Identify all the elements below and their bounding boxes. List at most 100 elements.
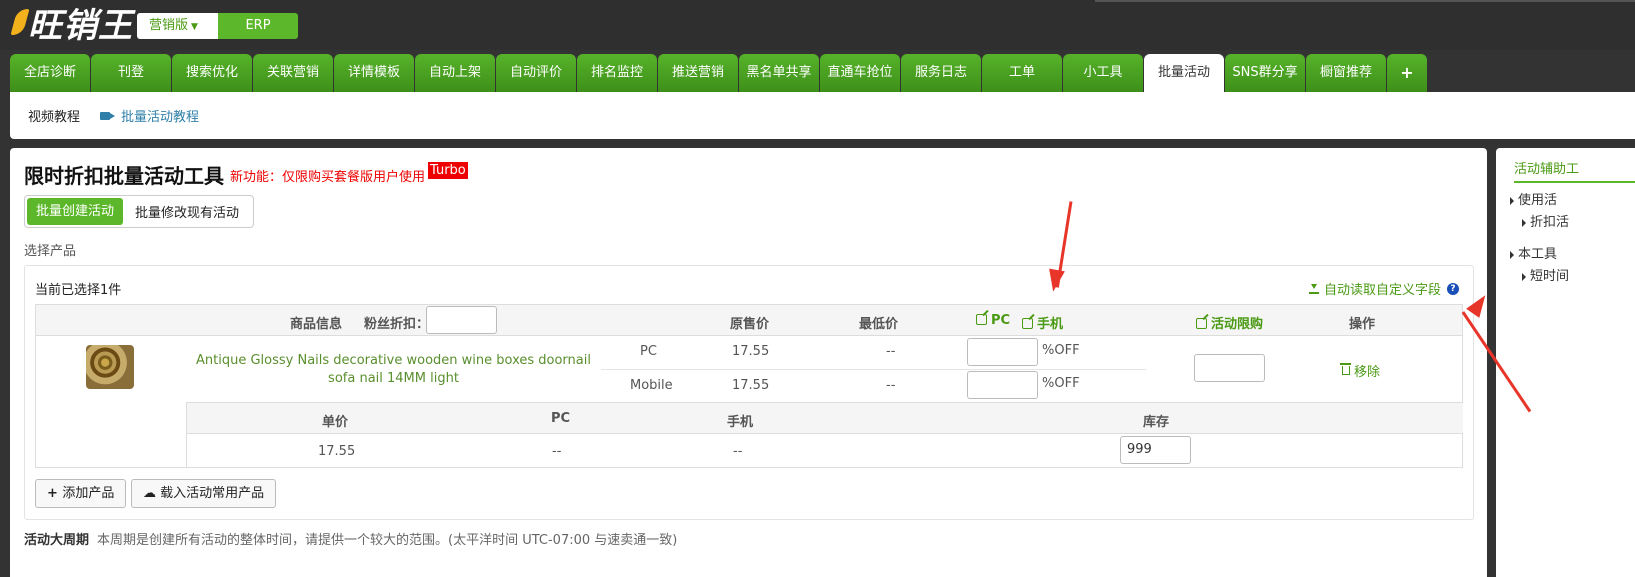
fans-discount-input[interactable]: [426, 306, 497, 334]
brand-logo[interactable]: 旺销王: [10, 2, 133, 46]
batch-modify-button[interactable]: 批量修改现有活动: [123, 202, 251, 221]
mode-button-group: 批量创建活动 批量修改现有活动: [24, 195, 255, 228]
table-header: 商品信息 粉丝折扣： 原售价 最低价 PC 手机 活动限购 操作: [36, 305, 1462, 336]
stock-input[interactable]: 999: [1120, 436, 1191, 464]
product-name-link[interactable]: Antique Glossy Nails decorative wooden w…: [186, 352, 601, 388]
tab-blacklist-share[interactable]: 黑名单共享: [739, 54, 819, 92]
tab-batch-activity[interactable]: 批量活动: [1144, 54, 1224, 92]
col-product-info: 商品信息: [290, 317, 343, 332]
turbo-badge: Turbo: [428, 162, 468, 179]
col-action: 操作: [1349, 317, 1376, 332]
period-desc: 本周期是创建所有活动的整体时间，请提供一个较大的范围。(太平洋时间 UTC-07…: [97, 533, 678, 548]
help-icon[interactable]: ?: [1447, 282, 1459, 295]
erp-button[interactable]: ERP: [218, 13, 298, 39]
selected-count: 当前已选择1件: [35, 283, 122, 298]
sku-pc: --: [552, 444, 562, 459]
logo-text: 旺销王: [28, 5, 133, 46]
remove-button[interactable]: 移除: [1340, 361, 1381, 380]
select-product-label: 选择产品: [24, 244, 77, 259]
leaf-icon: [10, 9, 30, 35]
main-tabs: 全店诊断 刊登 搜索优化 关联营销 详情模板 自动上架 自动评价 排名监控 推送…: [10, 54, 1428, 92]
pc-discount-input[interactable]: [967, 338, 1038, 366]
tab-push-marketing[interactable]: 推送营销: [658, 54, 738, 92]
add-product-text: 添加产品: [62, 486, 115, 501]
col-mobile-label: 手机: [1037, 317, 1064, 332]
main-panel: 限时折扣批量活动工具 新功能：仅限购买套餐版用户使用 Turbo 批量创建活动 …: [10, 148, 1487, 577]
tab-related-marketing[interactable]: 关联营销: [253, 54, 333, 92]
tab-seo[interactable]: 搜索优化: [172, 54, 252, 92]
col-lowest-price: 最低价: [859, 317, 899, 332]
sku-table: 单价 PC 手机 库存 17.55 -- -- 999: [186, 402, 1463, 468]
sidebar-underline: [1514, 181, 1635, 183]
tab-auto-listing[interactable]: 自动上架: [415, 54, 495, 92]
off-mobile: %OFF: [1042, 376, 1080, 391]
price-mobile: 17.55: [732, 378, 770, 393]
tutorial-link-text: 批量活动教程: [121, 110, 200, 125]
col-pc-label: PC: [991, 313, 1011, 328]
product-box: 当前已选择1件 自动读取自定义字段? 商品信息 粉丝折扣： 原售价 最低价 PC…: [24, 265, 1474, 520]
top-bar: 旺销王 营销版 ▼ ERP: [0, 0, 1635, 50]
auto-read-text: 自动读取自定义字段: [1323, 283, 1441, 298]
activity-helper-sidebar: 活动辅助工 使用活 折扣活 本工具 短时间: [1496, 148, 1635, 577]
tab-auto-review[interactable]: 自动评价: [496, 54, 576, 92]
tab-ticket[interactable]: 工单: [982, 54, 1062, 92]
tab-listing[interactable]: 刊登: [91, 54, 171, 92]
tab-store-diagnosis[interactable]: 全店诊断: [10, 54, 90, 92]
activity-period: 活动大周期 本周期是创建所有活动的整体时间，请提供一个较大的范围。(太平洋时间 U…: [24, 529, 677, 548]
col-sku-pc: PC: [551, 411, 571, 426]
tab-tools[interactable]: 小工具: [1063, 54, 1143, 92]
version-switch[interactable]: 营销版 ▼ ERP: [137, 13, 298, 39]
sku-header: 单价 PC 手机 库存: [187, 403, 1463, 434]
off-pc: %OFF: [1042, 343, 1080, 358]
video-camera-icon: [100, 111, 116, 120]
sku-mobile: --: [733, 444, 743, 459]
top-divider: [1095, 0, 1635, 2]
sidebar-item: 使用活: [1509, 190, 1557, 212]
sidebar-item: 短时间: [1521, 266, 1569, 288]
load-common-text: 载入活动常用产品: [160, 486, 265, 501]
col-pc[interactable]: PC: [976, 313, 1010, 328]
lowest-pc: --: [886, 344, 896, 359]
col-sku-mobile: 手机: [727, 415, 754, 430]
cloud-download-icon: ☁: [143, 486, 161, 501]
col-fans-discount: 粉丝折扣：: [364, 317, 430, 332]
add-tab-button[interactable]: +: [1387, 54, 1427, 92]
edit-icon: [1196, 318, 1207, 329]
trash-icon: [1340, 363, 1351, 375]
load-common-products-button[interactable]: ☁ 载入活动常用产品: [131, 479, 277, 508]
lowest-mobile: --: [886, 378, 896, 393]
tab-rank-monitor[interactable]: 排名监控: [577, 54, 657, 92]
download-icon: [1308, 283, 1319, 294]
add-product-button[interactable]: + 添加产品: [35, 479, 127, 508]
remove-text: 移除: [1354, 365, 1381, 380]
col-stock: 库存: [1143, 415, 1170, 430]
version-label: 营销版: [149, 18, 189, 33]
row-divider: [601, 369, 1146, 370]
tab-sns-share[interactable]: SNS群分享: [1225, 54, 1305, 92]
sidebar-item: 折扣活: [1521, 212, 1569, 234]
tab-window-recommend[interactable]: 橱窗推荐: [1306, 54, 1386, 92]
page-title: 限时折扣批量活动工具: [24, 164, 224, 188]
caret-down-icon: ▼: [191, 22, 198, 32]
sidebar-item: 本工具: [1509, 244, 1557, 266]
plus-icon: +: [47, 486, 63, 501]
mobile-discount-input[interactable]: [967, 371, 1038, 399]
edit-icon: [976, 314, 987, 325]
tutorial-link[interactable]: 批量活动教程: [100, 106, 199, 125]
tab-ppc-bidding[interactable]: 直通车抢位: [820, 54, 900, 92]
tab-service-log[interactable]: 服务日志: [901, 54, 981, 92]
product-thumbnail[interactable]: [86, 345, 134, 389]
col-limit[interactable]: 活动限购: [1196, 313, 1263, 332]
new-feature-note: 新功能：仅限购买套餐版用户使用: [230, 170, 426, 185]
period-label: 活动大周期: [24, 533, 90, 548]
product-table: 商品信息 粉丝折扣： 原售价 最低价 PC 手机 活动限购 操作 Antique…: [35, 304, 1463, 468]
col-limit-label: 活动限购: [1211, 317, 1264, 332]
auto-read-link[interactable]: 自动读取自定义字段?: [1308, 279, 1459, 298]
col-mobile[interactable]: 手机: [1022, 313, 1063, 332]
batch-create-button[interactable]: 批量创建活动: [27, 198, 124, 225]
col-original-price: 原售价: [730, 317, 770, 332]
version-dropdown[interactable]: 营销版 ▼: [137, 13, 218, 39]
limit-input[interactable]: [1194, 354, 1265, 382]
tab-detail-template[interactable]: 详情模板: [334, 54, 414, 92]
sidebar-title: 活动辅助工: [1514, 162, 1580, 177]
